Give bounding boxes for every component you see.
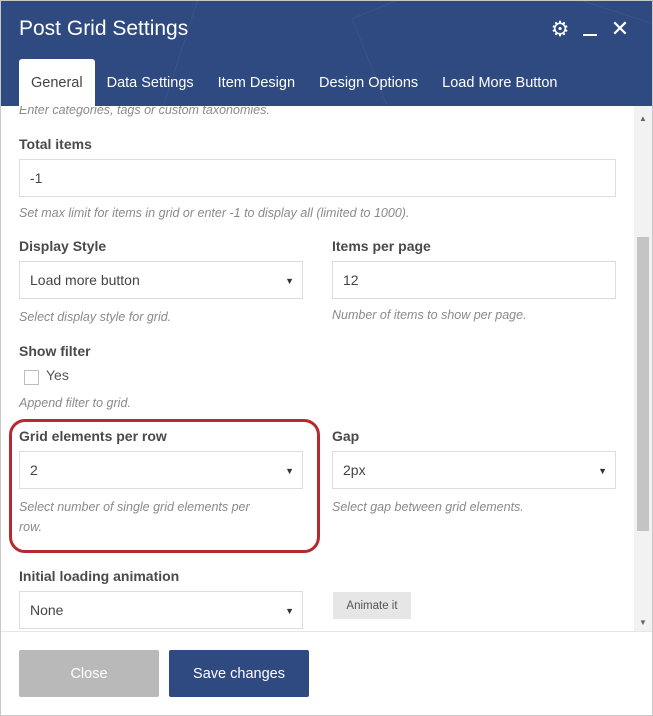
- save-changes-button[interactable]: Save changes: [169, 650, 309, 697]
- tab-data-settings[interactable]: Data Settings: [95, 59, 206, 106]
- initial-loading-animation-select[interactable]: None ▼: [19, 591, 303, 629]
- gap-value: 2px: [343, 462, 366, 478]
- modal-footer: Close Save changes: [1, 631, 652, 715]
- post-grid-settings-modal: Post Grid Settings ⚙ ✕ General Data Sett…: [0, 0, 653, 716]
- gap-help: Select gap between grid elements.: [332, 500, 524, 514]
- close-button[interactable]: Close: [19, 650, 159, 697]
- modal-title: Post Grid Settings: [19, 17, 189, 40]
- show-filter-label: Show filter: [19, 343, 91, 359]
- show-filter-help: Append filter to grid.: [19, 396, 131, 410]
- grid-elements-per-row-help-cont: row.: [19, 520, 42, 534]
- chevron-down-icon: ▼: [285, 466, 294, 476]
- display-style-help: Select display style for grid.: [19, 310, 172, 324]
- settings-form: Enter categories, tags or custom taxonom…: [1, 106, 634, 631]
- chevron-down-icon: ▼: [598, 466, 607, 476]
- close-icon[interactable]: ✕: [607, 15, 633, 43]
- scroll-down-icon[interactable]: ▼: [634, 615, 652, 629]
- initial-loading-animation-value: None: [30, 602, 64, 618]
- gap-label: Gap: [332, 428, 360, 444]
- initial-loading-animation-label: Initial loading animation: [19, 568, 180, 584]
- total-items-help: Set max limit for items in grid or enter…: [19, 206, 410, 220]
- tab-item-design[interactable]: Item Design: [206, 59, 307, 106]
- tab-general[interactable]: General: [19, 59, 95, 106]
- total-items-label: Total items: [19, 136, 92, 152]
- display-style-select[interactable]: Load more button ▼: [19, 261, 303, 299]
- show-filter-checkbox[interactable]: [24, 370, 39, 385]
- gap-select[interactable]: 2px ▼: [332, 451, 616, 489]
- display-style-label: Display Style: [19, 238, 107, 254]
- items-per-page-input[interactable]: 12: [332, 261, 616, 299]
- chevron-down-icon: ▼: [285, 276, 294, 286]
- scrollbar-thumb[interactable]: [637, 237, 649, 531]
- taxonomy-help-text: Enter categories, tags or custom taxonom…: [19, 106, 270, 117]
- animate-it-button[interactable]: Animate it: [333, 592, 411, 619]
- display-style-value: Load more button: [30, 272, 140, 288]
- modal-header: Post Grid Settings ⚙ ✕ General Data Sett…: [1, 1, 652, 106]
- tab-bar: General Data Settings Item Design Design…: [19, 59, 569, 106]
- chevron-down-icon: ▼: [285, 606, 294, 616]
- grid-elements-per-row-select[interactable]: 2 ▼: [19, 451, 303, 489]
- tab-load-more-button[interactable]: Load More Button: [430, 59, 569, 106]
- total-items-input[interactable]: -1: [19, 159, 616, 197]
- total-items-value: -1: [30, 170, 43, 186]
- gear-icon[interactable]: ⚙: [547, 15, 573, 43]
- scroll-up-icon[interactable]: ▲: [634, 111, 652, 125]
- items-per-page-label: Items per page: [332, 238, 431, 254]
- tab-design-options[interactable]: Design Options: [307, 59, 430, 106]
- grid-elements-per-row-label: Grid elements per row: [19, 428, 167, 444]
- items-per-page-help: Number of items to show per page.: [332, 308, 527, 322]
- items-per-page-value: 12: [343, 272, 359, 288]
- grid-elements-per-row-help: Select number of single grid elements pe…: [19, 500, 250, 514]
- grid-elements-per-row-value: 2: [30, 462, 38, 478]
- show-filter-checkbox-label: Yes: [46, 367, 69, 383]
- minimize-icon[interactable]: [577, 15, 603, 43]
